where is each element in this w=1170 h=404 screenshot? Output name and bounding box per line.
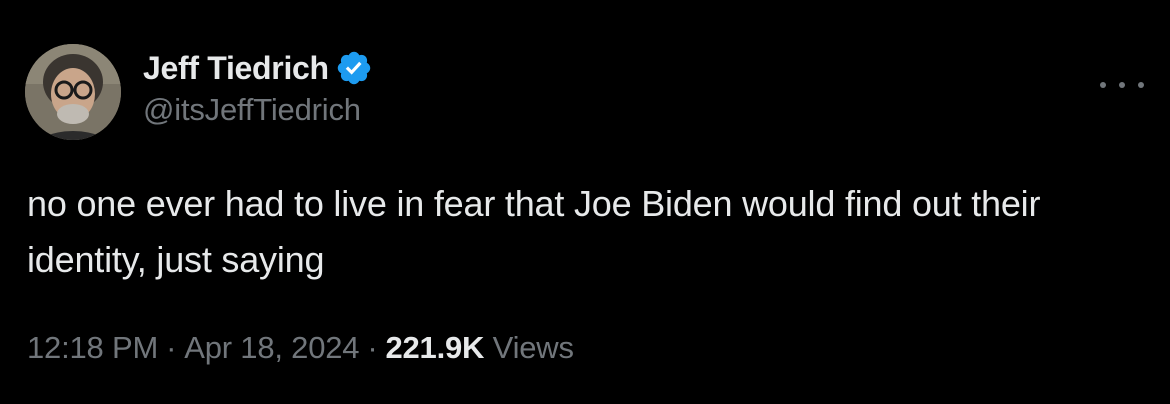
- more-horizontal-icon[interactable]: [1100, 72, 1144, 98]
- tweet-date[interactable]: Apr 18, 2024: [184, 330, 359, 365]
- avatar[interactable]: [25, 44, 121, 140]
- tweet-card: Jeff Tiedrich @itsJeffTiedrich no one ev…: [0, 0, 1170, 404]
- handle[interactable]: @itsJeffTiedrich: [143, 92, 373, 128]
- views-label: Views: [492, 330, 574, 365]
- avatar-image: [25, 44, 121, 140]
- views-count[interactable]: 221.9K: [385, 330, 484, 365]
- separator: ·: [367, 330, 378, 365]
- tweet-meta: 12:18 PM · Apr 18, 2024 · 221.9K Views: [27, 330, 574, 366]
- display-name[interactable]: Jeff Tiedrich: [143, 50, 329, 87]
- tweet-text: no one ever had to live in fear that Joe…: [27, 183, 1041, 280]
- verified-badge-icon: [335, 49, 373, 87]
- tweet-time[interactable]: 12:18 PM: [27, 330, 158, 365]
- separator: ·: [166, 330, 177, 365]
- author-info: Jeff Tiedrich @itsJeffTiedrich: [143, 46, 373, 128]
- name-row: Jeff Tiedrich: [143, 46, 373, 90]
